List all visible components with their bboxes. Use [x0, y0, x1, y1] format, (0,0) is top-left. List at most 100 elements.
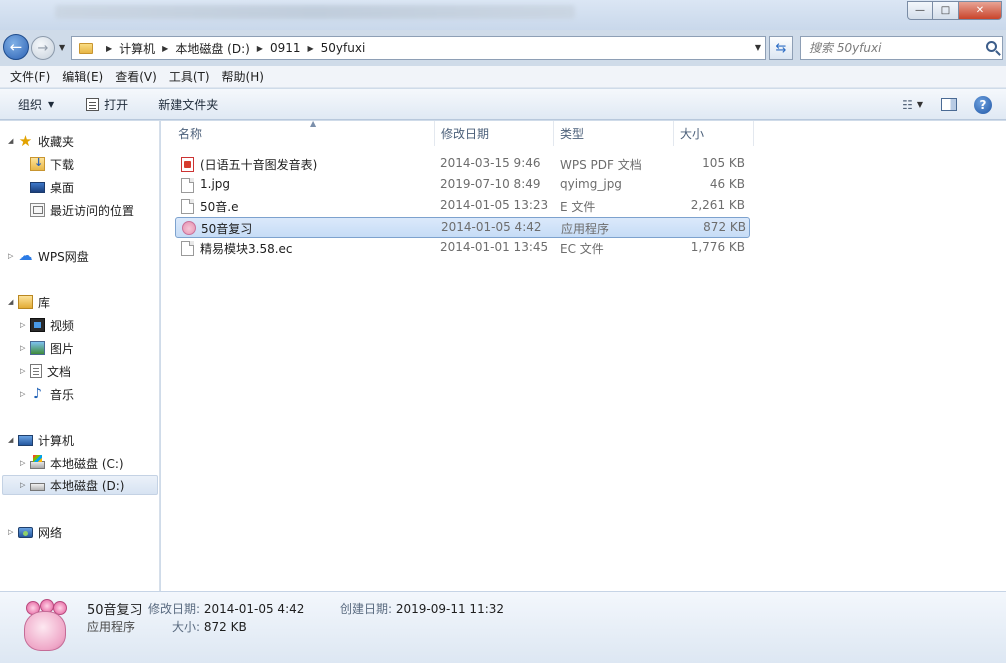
sidebar-item-wps-cloud[interactable]: ▷ ☁ WPS网盘: [8, 246, 89, 266]
organize-button[interactable]: 组织 ▼: [0, 96, 66, 113]
sidebar-item-drive-d[interactable]: ▷ 本地磁盘 (D:): [2, 475, 158, 495]
sidebar-item-label: 视频: [50, 318, 75, 333]
new-folder-button[interactable]: 新建文件夹: [140, 96, 230, 113]
sidebar-item-label: 下载: [50, 157, 75, 172]
close-button[interactable]: ✕: [959, 1, 1002, 20]
breadcrumb-50yfuxi[interactable]: 50yfuxi: [321, 41, 366, 55]
file-thumbnail: [18, 599, 73, 654]
preview-pane-icon[interactable]: [941, 98, 957, 111]
title-bar: — □ ✕: [0, 0, 1006, 30]
sidebar-item-drive-c[interactable]: ▷ 本地磁盘 (C:): [20, 453, 124, 473]
app-icon: [182, 221, 196, 235]
star-icon: ★: [18, 132, 33, 150]
sidebar-item-favorites[interactable]: ◢ ★ 收藏夹: [8, 131, 74, 151]
file-row-selected[interactable]: 50音复习 2014-01-05 4:42 应用程序 872 KB: [175, 217, 750, 238]
cloud-icon: ☁: [18, 248, 33, 264]
file-row[interactable]: 精易模块3.58.ec 2014-01-01 13:45 EC 文件 1,776…: [175, 238, 750, 259]
sidebar-item-libraries[interactable]: ◢ 库: [8, 292, 50, 312]
open-button[interactable]: 打开: [66, 96, 140, 113]
file-row[interactable]: 50音.e 2014-01-05 13:23 E 文件 2,261 KB: [175, 196, 750, 217]
view-options-icon[interactable]: ☷: [902, 98, 913, 112]
menu-edit[interactable]: 编辑(E): [56, 68, 109, 85]
column-header-name[interactable]: ▲ 名称: [172, 119, 435, 146]
expand-arrow-icon[interactable]: ◢: [8, 436, 18, 444]
sidebar-item-music[interactable]: ▷ ♪ 音乐: [20, 384, 74, 404]
expand-arrow-icon[interactable]: ▷: [20, 344, 30, 352]
chevron-down-icon[interactable]: ▼: [755, 43, 761, 52]
menu-file[interactable]: 文件(F): [4, 68, 56, 85]
sidebar-item-label: 本地磁盘 (C:): [50, 456, 124, 471]
breadcrumb-drive-d[interactable]: 本地磁盘 (D:): [175, 40, 249, 57]
sidebar-item-label: 桌面: [50, 180, 75, 195]
expand-arrow-icon[interactable]: ▷: [20, 459, 30, 467]
blank-file-icon: [181, 241, 194, 256]
chevron-right-icon[interactable]: ▶: [257, 44, 263, 53]
open-file-icon: [86, 97, 100, 111]
expand-arrow-icon[interactable]: ◢: [8, 137, 18, 145]
sidebar-item-computer[interactable]: ◢ 计算机: [8, 430, 74, 450]
chevron-down-icon[interactable]: ▼: [917, 100, 923, 109]
open-label: 打开: [104, 97, 129, 112]
file-name: 50音.e: [200, 200, 239, 214]
breadcrumb-computer[interactable]: 计算机: [119, 40, 155, 57]
system-drive-icon: [30, 455, 45, 469]
address-bar[interactable]: ▶ 计算机 ▶ 本地磁盘 (D:) ▶ 0911 ▶ 50yfuxi ▼: [71, 36, 766, 60]
downloads-folder-icon: [30, 156, 45, 171]
back-button[interactable]: ←: [3, 34, 29, 60]
search-input[interactable]: [809, 38, 979, 58]
computer-icon: [18, 434, 33, 446]
expand-arrow-icon[interactable]: ▷: [20, 390, 30, 398]
column-header-date[interactable]: 修改日期: [435, 121, 554, 146]
expand-arrow-icon[interactable]: ◢: [8, 298, 18, 306]
search-icon[interactable]: [986, 41, 997, 52]
pdf-file-icon: [181, 157, 194, 172]
sidebar-item-downloads[interactable]: 下载: [30, 154, 74, 174]
menu-help[interactable]: 帮助(H): [216, 68, 270, 85]
chevron-right-icon[interactable]: ▶: [106, 44, 112, 53]
column-header-type[interactable]: 类型: [554, 121, 674, 146]
sidebar-item-network[interactable]: ▷ 网络: [8, 522, 62, 542]
details-label: 大小:: [172, 620, 201, 634]
sidebar-item-label: WPS网盘: [38, 249, 89, 264]
file-date: 2014-03-15 9:46: [440, 156, 541, 170]
file-size: 872 KB: [703, 220, 746, 234]
sidebar-item-label: 最近访问的位置: [50, 203, 135, 218]
forward-button[interactable]: →: [31, 36, 55, 60]
details-created: 创建日期: 2019-09-11 11:32: [340, 600, 504, 617]
file-row[interactable]: 1.jpg 2019-07-10 8:49 qyimg_jpg 46 KB: [175, 175, 750, 196]
search-box: [800, 36, 1003, 60]
file-type: EC 文件: [560, 242, 604, 256]
file-name: 1.jpg: [200, 177, 231, 191]
sidebar-item-videos[interactable]: ▷ 视频: [20, 315, 74, 335]
expand-arrow-icon[interactable]: ▷: [20, 367, 30, 375]
blurred-title-region: [55, 5, 575, 19]
file-type: qyimg_jpg: [560, 177, 622, 191]
expand-arrow-icon[interactable]: ▷: [8, 528, 18, 536]
recent-pages-dropdown[interactable]: ▼: [59, 43, 65, 52]
file-row[interactable]: (日语五十音图发音表) 2014-03-15 9:46 WPS PDF 文档 1…: [175, 154, 750, 175]
recent-places-icon: [30, 203, 45, 217]
minimize-button[interactable]: —: [907, 1, 933, 20]
chevron-right-icon[interactable]: ▶: [308, 44, 314, 53]
blank-file-icon: [181, 199, 194, 214]
arrow-right-icon: →: [37, 40, 49, 56]
sidebar-item-pictures[interactable]: ▷ 图片: [20, 338, 74, 358]
expand-arrow-icon[interactable]: ▷: [8, 252, 18, 260]
chevron-right-icon[interactable]: ▶: [162, 44, 168, 53]
expand-arrow-icon[interactable]: ▷: [20, 481, 30, 489]
menu-tools[interactable]: 工具(T): [163, 68, 216, 85]
file-date: 2019-07-10 8:49: [440, 177, 541, 191]
maximize-button[interactable]: □: [933, 1, 959, 20]
command-bar-right: ☷ ▼ ?: [902, 89, 1006, 120]
sidebar-item-recent-places[interactable]: 最近访问的位置: [30, 200, 134, 220]
help-icon[interactable]: ?: [974, 95, 992, 114]
sidebar-item-documents[interactable]: ▷ 文档: [20, 361, 71, 381]
breadcrumb-0911[interactable]: 0911: [270, 41, 301, 55]
sidebar-item-label: 图片: [50, 341, 75, 356]
sidebar-item-desktop[interactable]: 桌面: [30, 177, 74, 197]
column-header-size[interactable]: 大小: [674, 121, 754, 146]
menu-view[interactable]: 查看(V): [109, 68, 163, 85]
chevron-down-icon: ▼: [48, 99, 55, 109]
expand-arrow-icon[interactable]: ▷: [20, 321, 30, 329]
refresh-button[interactable]: ⇆: [769, 36, 793, 60]
